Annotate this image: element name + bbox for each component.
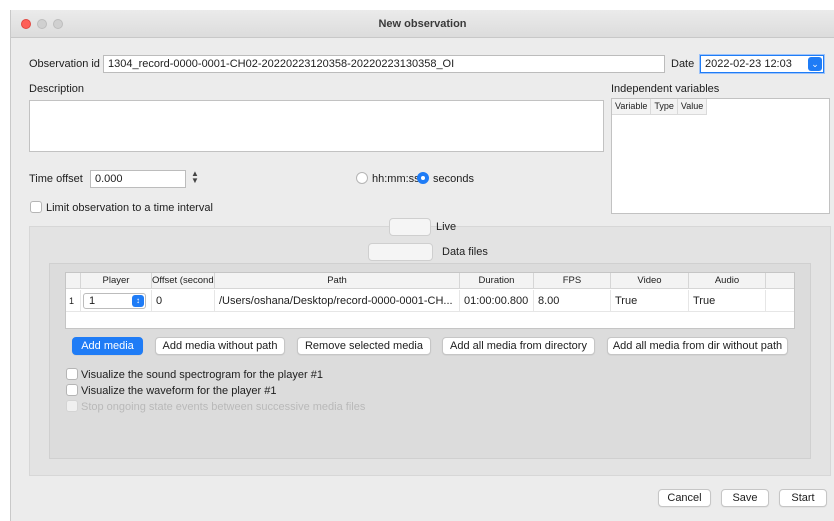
fps-cell[interactable]: 8.00 xyxy=(534,290,611,312)
tab-data-files[interactable]: Data files xyxy=(442,246,488,258)
add-media-button[interactable]: Add media xyxy=(72,337,143,355)
time-offset-input[interactable]: 0.000 xyxy=(90,170,186,188)
path-cell[interactable]: /Users/oshana/Desktop/record-0000-0001-C… xyxy=(215,290,460,312)
player-cell[interactable]: 1 ↕ xyxy=(81,290,152,312)
waveform-checkbox[interactable] xyxy=(66,384,78,396)
add-all-media-from-dir-without-path-button[interactable]: Add all media from dir without path xyxy=(607,337,788,355)
variables-column-type[interactable]: Type xyxy=(651,99,678,114)
media-table[interactable]: Player Offset (seconds) Path Duration FP… xyxy=(65,272,795,329)
variables-column-variable[interactable]: Variable xyxy=(612,99,652,114)
column-fps[interactable]: FPS xyxy=(534,273,611,289)
column-audio[interactable]: Audio xyxy=(689,273,766,289)
spectrogram-checkbox[interactable] xyxy=(66,368,78,380)
window-title: New observation xyxy=(378,18,467,30)
independent-variables-table[interactable]: Variable Type Value xyxy=(611,98,830,214)
waveform-label: Visualize the waveform for the player #1 xyxy=(81,385,277,397)
tab-live[interactable]: Live xyxy=(436,221,456,233)
column-player[interactable]: Player xyxy=(81,273,152,289)
observation-id-input[interactable]: 1304_record-0000-0001-CH02-2022022312035… xyxy=(103,55,665,73)
date-value: 2022-02-23 12:03 xyxy=(705,58,792,70)
data-files-tab-button[interactable] xyxy=(368,243,433,261)
remove-selected-media-button[interactable]: Remove selected media xyxy=(297,337,431,355)
hhmmss-label: hh:mm:ss xyxy=(372,173,420,185)
offset-cell[interactable]: 0 xyxy=(152,290,215,312)
radio-seconds[interactable] xyxy=(417,172,429,184)
player-value: 1 xyxy=(89,295,96,307)
column-video[interactable]: Video xyxy=(611,273,689,289)
up-down-chevron-icon[interactable]: ↕ xyxy=(132,295,144,307)
observation-id-label: Observation id xyxy=(29,58,100,70)
video-cell[interactable]: True xyxy=(611,290,689,312)
variables-table-header: Variable Type Value xyxy=(612,99,708,115)
cancel-button[interactable]: Cancel xyxy=(658,489,711,507)
live-tab-button[interactable] xyxy=(389,218,431,236)
new-observation-window: New observation Observation id 1304_reco… xyxy=(10,10,834,521)
description-label: Description xyxy=(29,83,85,95)
column-offset[interactable]: Offset (seconds) xyxy=(152,273,215,289)
stop-state-events-label: Stop ongoing state events between succes… xyxy=(81,401,366,413)
start-button[interactable]: Start xyxy=(779,489,827,507)
table-row[interactable]: 1 1 ↕ 0 /Users/oshana/Desktop/record-000… xyxy=(66,290,794,312)
add-media-without-path-button[interactable]: Add media without path xyxy=(155,337,285,355)
date-field[interactable]: 2022-02-23 12:03 ⌄ xyxy=(700,55,824,73)
limit-interval-label: Limit observation to a time interval xyxy=(46,202,213,214)
radio-hhmmss[interactable] xyxy=(356,172,368,184)
limit-interval-checkbox[interactable] xyxy=(30,201,42,213)
save-button[interactable]: Save xyxy=(721,489,769,507)
title-bar: New observation xyxy=(11,10,834,38)
player-select[interactable]: 1 ↕ xyxy=(83,293,146,309)
stop-state-events-checkbox xyxy=(66,400,78,412)
add-all-media-from-directory-button[interactable]: Add all media from directory xyxy=(442,337,595,355)
spectrogram-label: Visualize the sound spectrogram for the … xyxy=(81,369,323,381)
description-textarea[interactable] xyxy=(29,100,604,152)
variables-column-value[interactable]: Value xyxy=(678,99,708,114)
seconds-label: seconds xyxy=(433,173,474,185)
media-table-header: Player Offset (seconds) Path Duration FP… xyxy=(66,273,794,289)
row-number: 1 xyxy=(66,290,81,312)
time-offset-label: Time offset xyxy=(29,173,83,185)
column-path[interactable]: Path xyxy=(215,273,460,289)
column-duration[interactable]: Duration xyxy=(460,273,534,289)
date-label: Date xyxy=(671,58,695,70)
audio-cell[interactable]: True xyxy=(689,290,766,312)
chevron-down-icon[interactable]: ⌄ xyxy=(808,57,822,71)
up-down-stepper-icon[interactable]: ▲ ▼ xyxy=(190,170,200,186)
duration-cell[interactable]: 01:00:00.800 xyxy=(460,290,534,312)
independent-variables-label: Independent variables xyxy=(611,83,720,95)
row-number-header xyxy=(66,273,81,289)
